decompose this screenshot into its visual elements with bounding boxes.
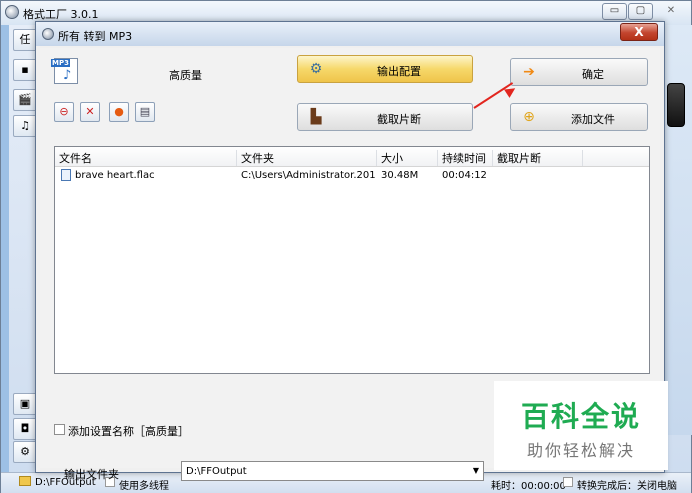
multithread-label: 使用多线程 [119,481,169,492]
folder-icon[interactable] [19,476,31,486]
add-setting-checkbox[interactable] [54,424,65,435]
add-setting-label: 添加设置名称［高质量］ [68,425,189,438]
after-convert-checkbox[interactable] [563,477,573,487]
clip-button[interactable]: ▙ 截取片断 [297,103,473,131]
elapsed-time: 耗时：00:00:00 [491,481,566,492]
output-folder-select[interactable]: D:\FFOutput ▼ [181,461,484,481]
output-folder-value: D:\FFOutput [186,466,247,477]
side-disc-icon[interactable]: ◘ [13,418,37,440]
remove-file-button[interactable]: ⊖ [54,102,74,122]
list-header: 文件名 文件夹 大小 持续时间 截取片断 [55,147,649,167]
table-row[interactable]: brave heart.flac C:\Users\Administrator.… [55,168,649,184]
main-window-title: 格式工厂 3.0.1 [23,8,99,21]
side-tab-button[interactable]: 任 [13,29,37,51]
cell-duration: 00:04:12 [442,170,487,181]
output-folder-label: 输出文件夹 [64,468,119,481]
side-tools-icon[interactable]: ⚙ [13,441,37,463]
mp3-format-icon: MP3 ♪ [51,58,78,84]
side-audio-icon[interactable]: ♫ [13,115,37,137]
dialog-close-button[interactable]: X [620,23,658,41]
watermark-subtitle: 助你轻松解决 [526,441,635,460]
audio-file-icon [61,169,71,181]
dialog-title: 所有 转到 MP3 [58,30,133,43]
dialog-titlebar: 所有 转到 MP3 X [36,22,664,46]
watermark: 百科全说 助你轻松解决 [494,381,668,470]
add-file-button[interactable]: ⊕ 添加文件 [510,103,648,131]
add-file-label: 添加文件 [571,113,615,126]
side-video-icon[interactable]: ▪ [13,59,37,81]
chevron-down-icon[interactable]: ▼ [473,466,479,475]
clip-label: 截取片断 [377,113,421,126]
side-picture-icon[interactable]: ▣ [13,393,37,415]
play-button[interactable]: ● [109,102,129,122]
dialog-app-icon [42,28,54,40]
cell-size: 30.48M [381,170,419,181]
left-edge-strip [1,25,9,493]
column-header-size[interactable]: 大小 [377,150,438,166]
file-list[interactable]: 文件名 文件夹 大小 持续时间 截取片断 brave heart.flac C:… [54,146,650,374]
ok-button[interactable]: ➔ 确定 [510,58,648,86]
output-config-button[interactable]: ⚙ 输出配置 [297,55,473,83]
column-header-clip[interactable]: 截取片断 [493,150,583,166]
app-logo-icon [5,5,19,19]
column-header-name[interactable]: 文件名 [55,150,237,166]
column-header-folder[interactable]: 文件夹 [237,150,377,166]
main-close-button[interactable]: ✕ [657,3,685,20]
cell-folder: C:\Users\Administrator.201... [241,170,375,181]
file-info-button[interactable]: ▤ [135,102,155,122]
side-media-icon[interactable]: 🎬 [13,89,37,111]
after-convert-label: 转换完成后：关闭电脑 [577,481,677,492]
output-config-label: 输出配置 [377,65,421,78]
column-header-duration[interactable]: 持续时间 [438,150,493,166]
watermark-title: 百科全说 [520,400,641,433]
phone-icon [667,83,685,127]
clear-list-button[interactable]: ✕ [80,102,100,122]
quality-label: 高质量 [169,69,202,82]
maximize-button[interactable]: ▢ [628,3,653,20]
ok-label: 确定 [582,68,604,81]
minimize-button[interactable]: ▭ [602,3,627,20]
cell-name: brave heart.flac [75,170,155,181]
